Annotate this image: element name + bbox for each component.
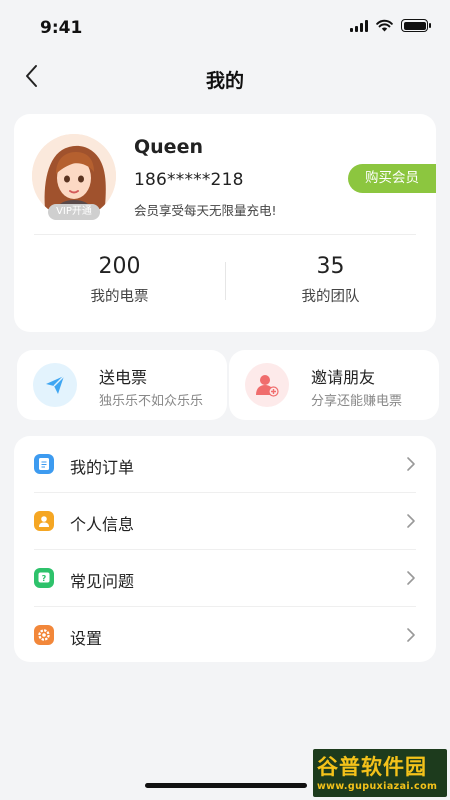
member-description: 会员享受每天无限量充电! [134,203,277,218]
stat-value: 200 [98,254,141,279]
settings-icon [34,625,54,645]
action-title: 送电票 [99,368,148,387]
stat-label: 我的团队 [301,289,360,305]
signal-icon [350,19,368,32]
action-subtitle: 分享还能赚电票 [311,394,403,409]
menu-item-profile[interactable]: 个人信息 [14,493,436,550]
menu-item-settings[interactable]: 设置 [14,607,436,664]
svg-text:?: ? [42,574,47,583]
profile-icon [34,511,54,531]
chevron-right-icon [407,514,415,528]
chevron-right-icon [407,571,415,585]
vip-badge[interactable]: VIP开通 [48,204,100,220]
page-title: 我的 [205,70,244,92]
home-indicator[interactable] [145,783,307,788]
send-ticket-card[interactable]: 送电票 独乐乐不如众乐乐 [17,350,227,420]
user-name: Queen [134,136,203,158]
action-subtitle: 独乐乐不如众乐乐 [99,394,204,409]
nav-bar: 我的 [0,56,450,100]
wifi-icon [376,19,393,32]
profile-card: VIP开通 Queen 186*****218 会员享受每天无限量充电! 购买会… [14,114,436,332]
menu-label: 设置 [70,629,103,648]
chevron-right-icon [407,457,415,471]
user-phone: 186*****218 [134,170,244,190]
status-time: 9:41 [40,18,83,38]
menu-list: 我的订单 个人信息 ? 常见问题 设置 [14,436,436,662]
watermark-logo: 谷普软件园 www.gupuxiazai.com [313,749,447,797]
menu-item-faq[interactable]: ? 常见问题 [14,550,436,607]
stat-label: 我的电票 [90,289,149,305]
faq-icon: ? [34,568,54,588]
menu-label: 常见问题 [70,572,135,591]
watermark-url: www.gupuxiazai.com [317,781,438,792]
stat-team[interactable]: 35 我的团队 [225,254,436,306]
menu-item-orders[interactable]: 我的订单 [14,436,436,493]
status-bar: 9:41 [0,0,450,56]
stat-tickets[interactable]: 200 我的电票 [14,254,225,306]
menu-label: 我的订单 [70,458,135,477]
order-icon [34,454,54,474]
menu-label: 个人信息 [70,515,135,534]
watermark-brand: 谷普软件园 [317,755,427,779]
paper-plane-icon [33,363,77,407]
stat-value: 35 [316,254,345,279]
add-user-icon [245,363,289,407]
invite-friend-card[interactable]: 邀请朋友 分享还能赚电票 [229,350,439,420]
status-icons [350,19,431,32]
divider [34,234,416,235]
buy-membership-button[interactable]: 购买会员 [348,164,436,193]
chevron-right-icon [407,628,415,642]
action-title: 邀请朋友 [311,368,376,387]
battery-icon [401,19,431,32]
